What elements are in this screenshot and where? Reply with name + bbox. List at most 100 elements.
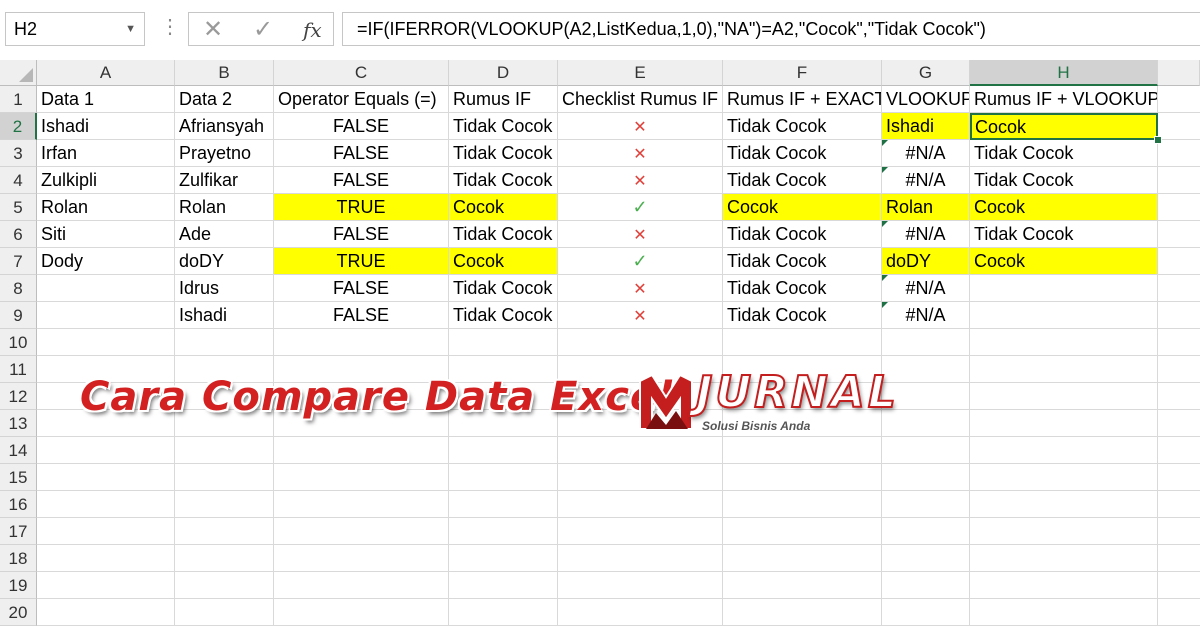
row-header-1[interactable]: 1 — [0, 86, 37, 113]
cell-h4[interactable]: Tidak Cocok — [970, 167, 1158, 194]
cell-d5[interactable]: Cocok — [449, 194, 558, 221]
row-header-14[interactable]: 14 — [0, 437, 37, 464]
cell-g2[interactable]: Ishadi — [882, 113, 970, 140]
cell-a17[interactable] — [37, 518, 175, 545]
cell-c5[interactable]: TRUE — [274, 194, 449, 221]
cell-c3[interactable]: FALSE — [274, 140, 449, 167]
cell-e4[interactable]: ✕ — [558, 167, 723, 194]
column-header-f[interactable]: F — [723, 60, 882, 86]
cell-b2[interactable]: Afriansyah — [175, 113, 274, 140]
cell-h3[interactable]: Tidak Cocok — [970, 140, 1158, 167]
cell-f18[interactable] — [723, 545, 882, 572]
cell-h13[interactable] — [970, 410, 1158, 437]
cell-a8[interactable] — [37, 275, 175, 302]
column-header-e[interactable]: E — [558, 60, 723, 86]
cell-b14[interactable] — [175, 437, 274, 464]
insert-function-icon[interactable]: fx — [303, 18, 322, 42]
cell-c17[interactable] — [274, 518, 449, 545]
cell-d18[interactable] — [449, 545, 558, 572]
cell-g6[interactable]: #N/A — [882, 221, 970, 248]
cell-e5[interactable]: ✓ — [558, 194, 723, 221]
cell-f16[interactable] — [723, 491, 882, 518]
cell-g19[interactable] — [882, 572, 970, 599]
cell-a10[interactable] — [37, 329, 175, 356]
cell-a16[interactable] — [37, 491, 175, 518]
cell-a15[interactable] — [37, 464, 175, 491]
cell-b17[interactable] — [175, 518, 274, 545]
row-header-13[interactable]: 13 — [0, 410, 37, 437]
cell-f4[interactable]: Tidak Cocok — [723, 167, 882, 194]
cell-f20[interactable] — [723, 599, 882, 626]
cell-c7[interactable]: TRUE — [274, 248, 449, 275]
column-header-d[interactable]: D — [449, 60, 558, 86]
row-header-11[interactable]: 11 — [0, 356, 37, 383]
cell-a9[interactable] — [37, 302, 175, 329]
cell-b19[interactable] — [175, 572, 274, 599]
cell-c8[interactable]: FALSE — [274, 275, 449, 302]
cell-e15[interactable] — [558, 464, 723, 491]
cell-d3[interactable]: Tidak Cocok — [449, 140, 558, 167]
cell-h15[interactable] — [970, 464, 1158, 491]
cell-b6[interactable]: Ade — [175, 221, 274, 248]
cell-c20[interactable] — [274, 599, 449, 626]
header-cell[interactable]: Checklist Rumus IF — [558, 86, 723, 113]
cell-h20[interactable] — [970, 599, 1158, 626]
cell-f7[interactable]: Tidak Cocok — [723, 248, 882, 275]
row-header-2[interactable]: 2 — [0, 113, 37, 140]
cell-f2[interactable]: Tidak Cocok — [723, 113, 882, 140]
cell-b4[interactable]: Zulfikar — [175, 167, 274, 194]
error-indicator-icon[interactable] — [882, 302, 888, 308]
error-indicator-icon[interactable] — [882, 167, 888, 173]
cell-f10[interactable] — [723, 329, 882, 356]
cell-b15[interactable] — [175, 464, 274, 491]
row-header-17[interactable]: 17 — [0, 518, 37, 545]
cell-h9[interactable] — [970, 302, 1158, 329]
cell-a14[interactable] — [37, 437, 175, 464]
header-cell[interactable]: VLOOKUP — [882, 86, 970, 113]
cell-a18[interactable] — [37, 545, 175, 572]
cell-g18[interactable] — [882, 545, 970, 572]
cell-d19[interactable] — [449, 572, 558, 599]
row-header-18[interactable]: 18 — [0, 545, 37, 572]
cell-g17[interactable] — [882, 518, 970, 545]
header-cell[interactable]: Data 1 — [37, 86, 175, 113]
cell-e9[interactable]: ✕ — [558, 302, 723, 329]
cell-c9[interactable]: FALSE — [274, 302, 449, 329]
cell-c15[interactable] — [274, 464, 449, 491]
error-indicator-icon[interactable] — [882, 140, 888, 146]
cell-d2[interactable]: Tidak Cocok — [449, 113, 558, 140]
row-header-15[interactable]: 15 — [0, 464, 37, 491]
fill-handle[interactable] — [1154, 136, 1162, 144]
cell-h19[interactable] — [970, 572, 1158, 599]
cell-b3[interactable]: Prayetno — [175, 140, 274, 167]
cell-e2[interactable]: ✕ — [558, 113, 723, 140]
cell-f15[interactable] — [723, 464, 882, 491]
error-indicator-icon[interactable] — [882, 221, 888, 227]
cell-e10[interactable] — [558, 329, 723, 356]
header-cell[interactable]: Data 2 — [175, 86, 274, 113]
cell-e20[interactable] — [558, 599, 723, 626]
cell-g20[interactable] — [882, 599, 970, 626]
header-cell[interactable]: Operator Equals (=) — [274, 86, 449, 113]
row-header-4[interactable]: 4 — [0, 167, 37, 194]
cell-d8[interactable]: Tidak Cocok — [449, 275, 558, 302]
cell-c4[interactable]: FALSE — [274, 167, 449, 194]
cell-b20[interactable] — [175, 599, 274, 626]
row-header-5[interactable]: 5 — [0, 194, 37, 221]
header-cell[interactable]: Rumus IF — [449, 86, 558, 113]
cell-e3[interactable]: ✕ — [558, 140, 723, 167]
cell-d16[interactable] — [449, 491, 558, 518]
cell-h18[interactable] — [970, 545, 1158, 572]
column-header-b[interactable]: B — [175, 60, 274, 86]
cell-e17[interactable] — [558, 518, 723, 545]
cell-a6[interactable]: Siti — [37, 221, 175, 248]
selected-cell-h2[interactable]: Cocok — [970, 113, 1158, 140]
row-header-8[interactable]: 8 — [0, 275, 37, 302]
cell-d15[interactable] — [449, 464, 558, 491]
cancel-icon[interactable]: ✕ — [203, 15, 223, 44]
column-header-a[interactable]: A — [37, 60, 175, 86]
row-header-9[interactable]: 9 — [0, 302, 37, 329]
cell-d17[interactable] — [449, 518, 558, 545]
header-cell[interactable]: Rumus IF + EXACT — [723, 86, 882, 113]
cell-h16[interactable] — [970, 491, 1158, 518]
